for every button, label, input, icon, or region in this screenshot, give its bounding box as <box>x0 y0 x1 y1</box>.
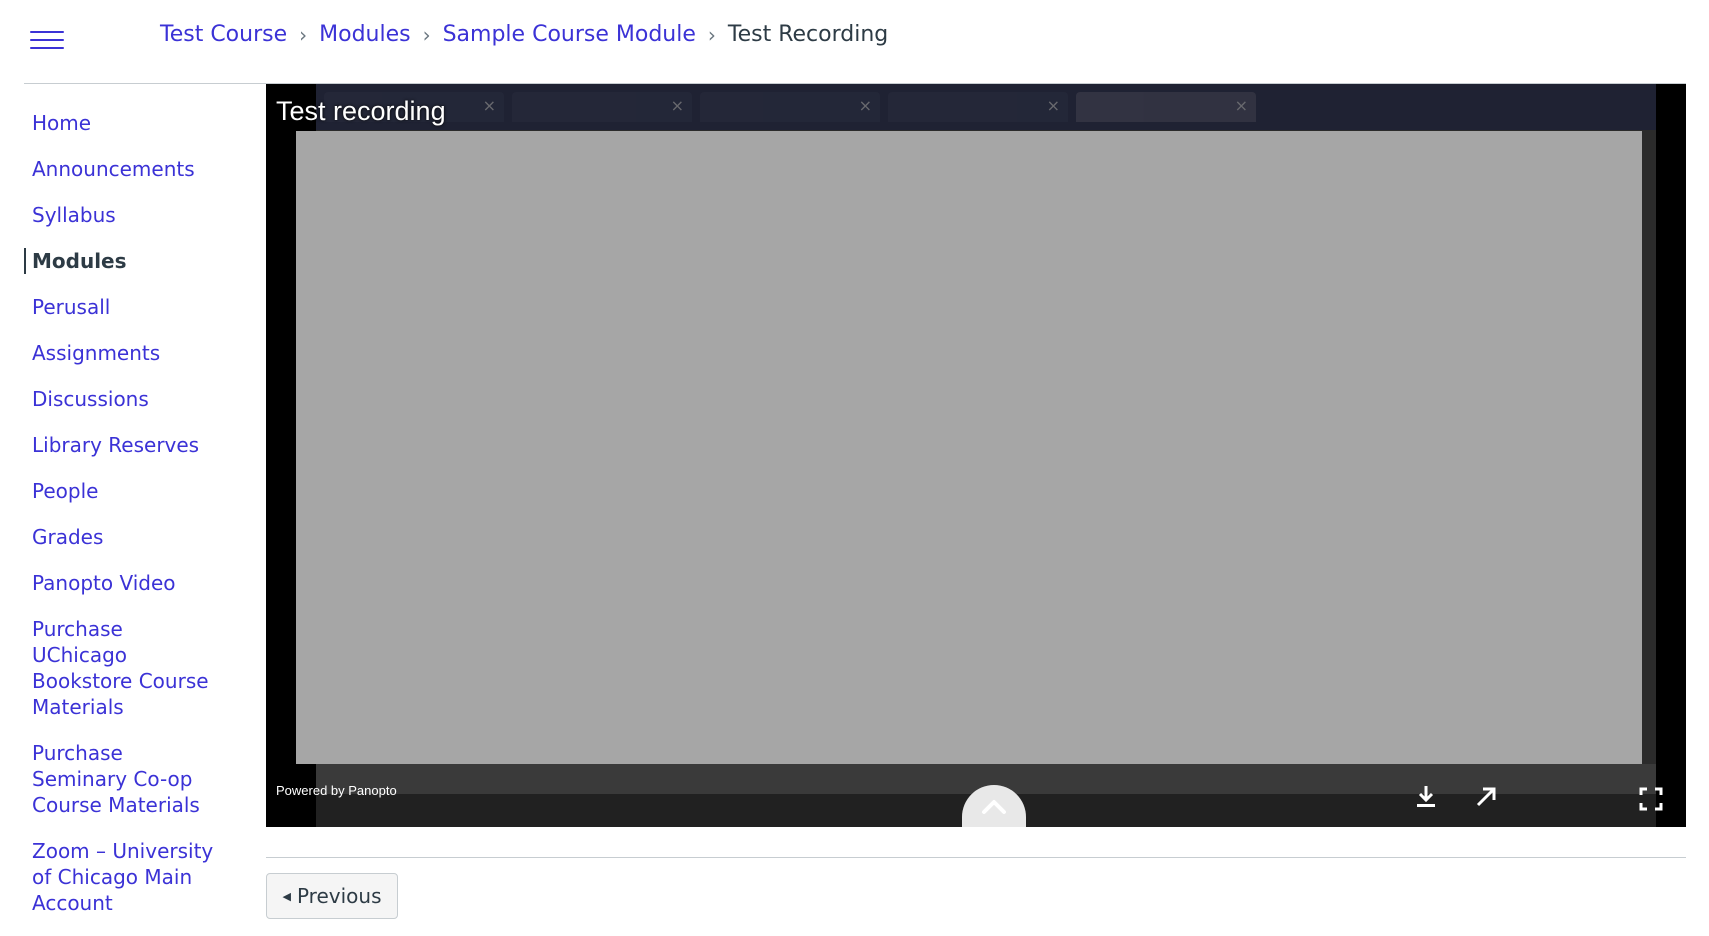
breadcrumb-module[interactable]: Sample Course Module <box>443 22 696 47</box>
recorded-browser-tabs <box>316 84 1656 130</box>
download-icon[interactable] <box>1411 782 1441 812</box>
breadcrumb-modules[interactable]: Modules <box>319 22 410 47</box>
previous-label: Previous <box>296 884 382 908</box>
chevron-up-icon <box>982 800 1006 814</box>
course-navigation: Home Announcements Syllabus Modules Peru… <box>24 110 254 936</box>
sidebar-item-home[interactable]: Home <box>24 110 254 136</box>
chevron-right-icon: › <box>422 22 431 47</box>
fullscreen-icon[interactable] <box>1636 784 1666 814</box>
footer-divider <box>266 857 1686 858</box>
previous-button[interactable]: ◀ Previous <box>266 873 398 919</box>
hamburger-menu-icon[interactable] <box>30 28 64 52</box>
breadcrumb-course[interactable]: Test Course <box>160 22 287 47</box>
sidebar-item-discussions[interactable]: Discussions <box>24 386 254 412</box>
breadcrumb-current: Test Recording <box>727 22 889 47</box>
sidebar-item-panopto-video[interactable]: Panopto Video <box>24 570 254 596</box>
sidebar-item-seminary-coop[interactable]: Purchase Seminary Co-op Course Materials <box>24 740 220 818</box>
sidebar-item-assignments[interactable]: Assignments <box>24 340 254 366</box>
video-title: Test recording <box>276 96 446 126</box>
sidebar-item-library-reserves[interactable]: Library Reserves <box>24 432 254 458</box>
chevron-right-icon: › <box>707 22 716 47</box>
sidebar-item-modules[interactable]: Modules <box>24 248 254 274</box>
video-content-placeholder <box>296 131 1642 764</box>
sidebar-item-announcements[interactable]: Announcements <box>24 156 254 182</box>
chevron-right-icon: › <box>299 22 308 47</box>
sidebar-item-zoom[interactable]: Zoom – University of Chicago Main Accoun… <box>24 838 240 916</box>
breadcrumb: Test Course › Modules › Sample Course Mo… <box>160 22 888 47</box>
powered-by-panopto: Powered by Panopto <box>276 783 397 798</box>
sidebar-item-perusall[interactable]: Perusall <box>24 294 254 320</box>
sidebar-item-syllabus[interactable]: Syllabus <box>24 202 254 228</box>
sidebar-item-grades[interactable]: Grades <box>24 524 254 550</box>
open-external-icon[interactable] <box>1471 782 1501 812</box>
sidebar-item-people[interactable]: People <box>24 478 254 504</box>
sidebar-item-uchicago-bookstore[interactable]: Purchase UChicago Bookstore Course Mater… <box>24 616 220 720</box>
video-player[interactable]: Test recording Powered by Panopto <box>266 84 1686 827</box>
caret-left-icon: ◀ <box>282 889 291 903</box>
